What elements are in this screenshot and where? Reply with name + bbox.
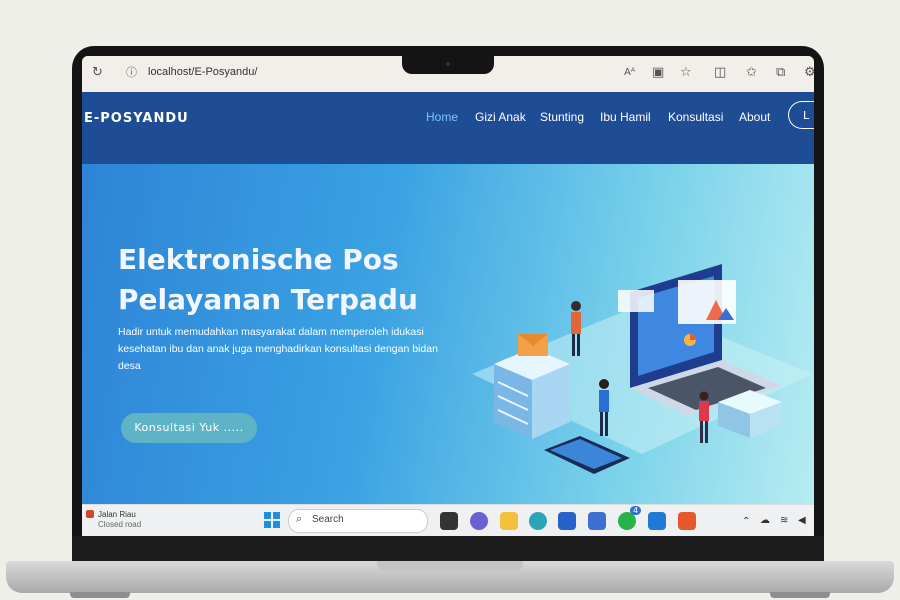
info-icon[interactable]: ⓘ (126, 64, 137, 82)
laptop-chin (72, 536, 824, 562)
site-navbar (82, 92, 814, 164)
favorite-icon[interactable]: ☆ (680, 64, 692, 82)
wifi-icon[interactable]: ≋ (780, 515, 788, 526)
task-view-icon[interactable] (440, 512, 458, 530)
address-bar[interactable]: localhost/E-Posyandu/ (148, 66, 257, 78)
nav-home[interactable]: Home (426, 110, 458, 124)
taskbar-search-label: Search (312, 514, 344, 525)
taskbar-search[interactable] (288, 509, 428, 533)
cloud-icon[interactable]: ☁ (760, 515, 770, 526)
xampp-icon[interactable] (678, 512, 696, 530)
hero-subtitle: Hadir untuk memudahkan masyarakat dalam … (118, 326, 438, 372)
weather-title: Jalan Riau (98, 510, 136, 519)
nav-about[interactable]: About (739, 110, 770, 124)
split-screen-icon[interactable]: ◫ (714, 64, 726, 82)
nav-stunting[interactable]: Stunting (540, 110, 584, 124)
favorites-icon[interactable]: ✩ (746, 64, 757, 82)
brand-logo[interactable]: E-POSYANDU (84, 111, 189, 126)
search-icon: ⌕ (296, 512, 303, 525)
chevron-up-icon[interactable]: ⌃ (742, 516, 750, 527)
camera-notch (402, 56, 494, 74)
edge-icon[interactable] (529, 512, 547, 530)
extensions-icon[interactable]: ⚙ (804, 64, 814, 82)
reader-icon[interactable]: ▣ (652, 64, 664, 82)
server-stack-illustration (494, 348, 570, 439)
vscode-icon[interactable] (648, 512, 666, 530)
read-aloud-icon[interactable]: Aᴬ (624, 64, 635, 82)
app-icon[interactable] (588, 512, 606, 530)
nav-ibu-hamil[interactable]: Ibu Hamil (600, 110, 651, 124)
laptop-foot-left (70, 592, 130, 598)
weather-subtitle: Closed road (98, 520, 142, 529)
login-button[interactable]: L (788, 101, 814, 129)
volume-icon[interactable]: ◀ (798, 515, 806, 526)
weather-icon (86, 510, 94, 518)
windows-start-icon[interactable] (264, 512, 280, 528)
store-icon[interactable] (558, 512, 576, 530)
nav-konsultasi[interactable]: Konsultasi (668, 110, 723, 124)
file-explorer-icon[interactable] (500, 512, 518, 530)
hero-title-line2: Pelayanan Terpadu (118, 283, 418, 316)
whatsapp-badge: 4 (630, 506, 642, 515)
hero-title-line1: Elektronische Pos (118, 243, 399, 276)
hero-title: Elektronische Pos Pelayanan Terpadu (118, 240, 418, 320)
collections-icon[interactable]: ⧉ (776, 64, 785, 82)
refresh-icon[interactable]: ↻ (92, 64, 103, 82)
weather-widget[interactable]: Jalan Riau Closed road (98, 510, 141, 530)
camera-icon (446, 62, 450, 66)
cta-konsultasi-button[interactable]: Konsultasi Yuk ..... (121, 413, 257, 443)
laptop-base (6, 561, 894, 593)
nav-gizi-anak[interactable]: Gizi Anak (475, 110, 526, 124)
base-notch (377, 561, 523, 571)
laptop-foot-right (770, 592, 830, 598)
teams-icon[interactable] (470, 512, 488, 530)
